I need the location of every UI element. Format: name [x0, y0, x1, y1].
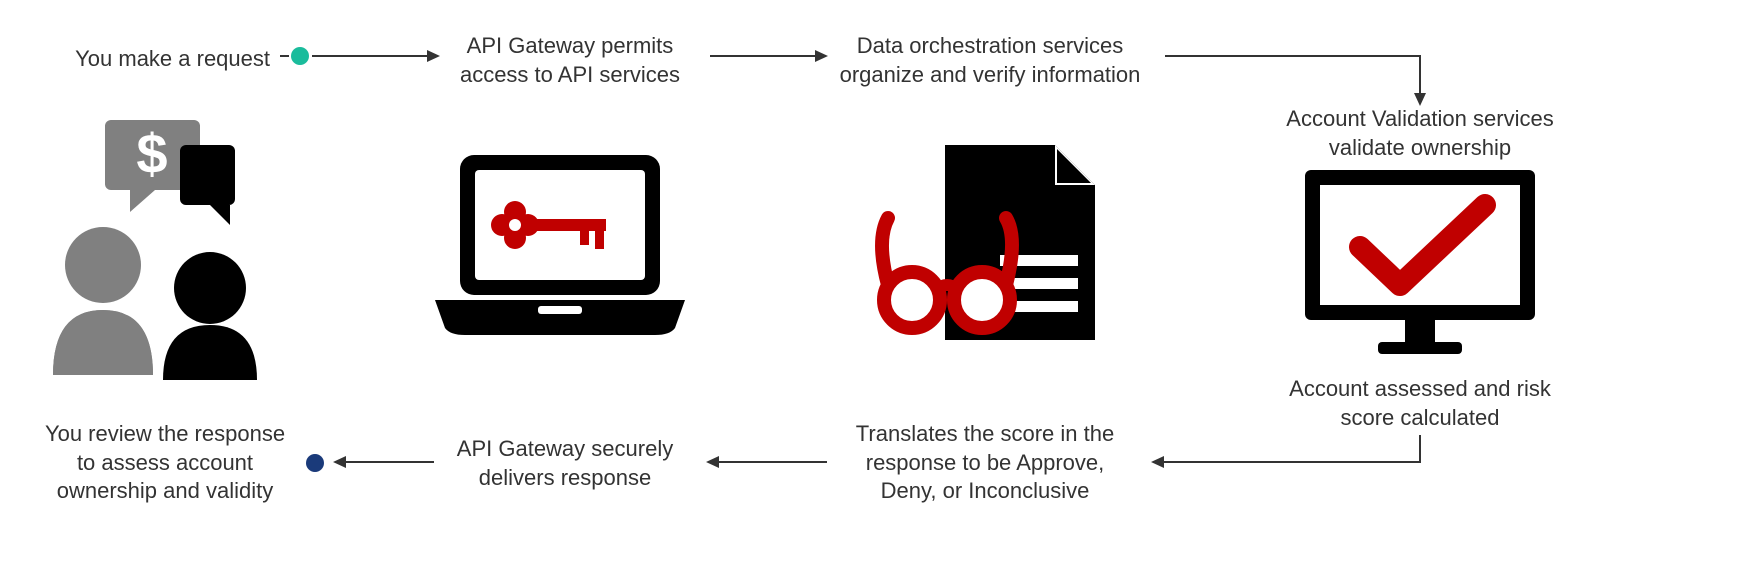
arrow-1 — [312, 48, 442, 68]
people-chat-icon: $ — [35, 120, 285, 380]
laptop-key-icon — [430, 150, 690, 350]
arrow-6 — [332, 454, 437, 474]
step-3-label: Data orchestration services organize and… — [820, 32, 1160, 89]
step-8-label: You review the response to assess accoun… — [35, 420, 295, 506]
step-1-label: You make a request — [40, 45, 270, 74]
arrow-3 — [1165, 48, 1435, 108]
step-2-label: API Gateway permits access to API servic… — [440, 32, 700, 89]
step-7-label: API Gateway securely delivers response — [435, 435, 695, 492]
step-6-label: Translates the score in the response to … — [830, 420, 1140, 506]
monitor-check-icon — [1300, 165, 1540, 365]
end-dot-navy — [300, 453, 330, 473]
arrow-4 — [1150, 435, 1430, 475]
step-5-label: Account assessed and risk score calculat… — [1260, 375, 1580, 432]
start-dot-teal — [280, 46, 310, 66]
arrow-2 — [710, 48, 830, 68]
arrow-5 — [705, 454, 830, 474]
step-4-label: Account Validation services validate own… — [1260, 105, 1580, 162]
svg-text:$: $ — [136, 122, 167, 185]
document-glasses-icon — [870, 140, 1100, 360]
